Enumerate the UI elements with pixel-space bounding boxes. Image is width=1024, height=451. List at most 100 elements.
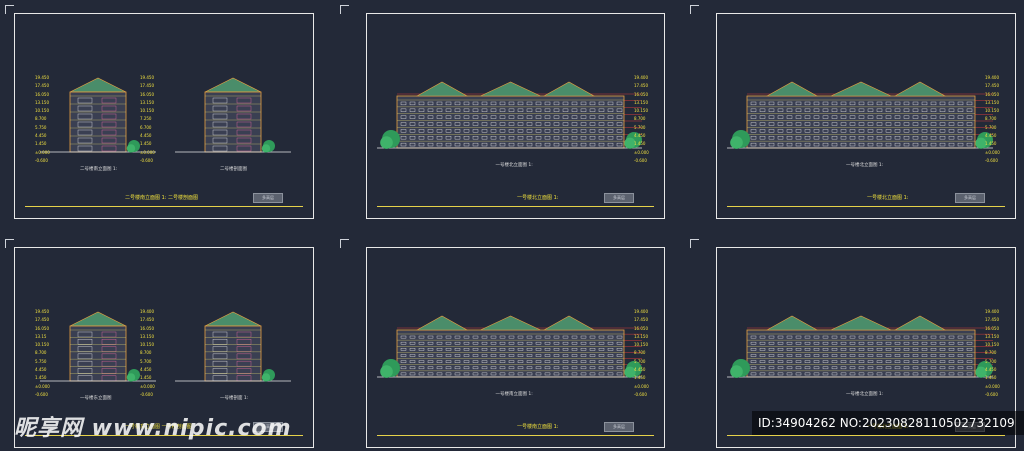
elevation-tick-label: 17.450 <box>140 317 154 323</box>
title-underline <box>727 435 1005 436</box>
elevation-tick-label: 8.700 <box>35 116 47 122</box>
crop-mark-icon <box>340 5 349 14</box>
elevation-tick-label: -0.600 <box>634 157 647 163</box>
elevation-drawing <box>377 315 642 378</box>
elevation-tick-label: 5.700 <box>985 358 997 364</box>
elevation-tick-label: 8.700 <box>985 116 997 122</box>
elevation-tick-label: 4.450 <box>140 133 152 139</box>
elevation-tick-label: 19.450 <box>140 75 154 80</box>
roof-gable <box>415 81 469 97</box>
elevation-tick-label: -0.600 <box>35 391 48 397</box>
elevation-tick-label: 10.150 <box>140 342 154 348</box>
elevation-ticks: 19.450 17.450 16.050 13.15 10.150 8.700 5.750 4… <box>35 308 50 399</box>
roof-gable <box>893 81 947 97</box>
elevation-ticks: 19.450 17.450 16.050 13.150 10.150 7.250 6.700… <box>140 74 155 165</box>
elevation-tick-label: 5.700 <box>140 358 152 364</box>
elevation-tick-label: -0.600 <box>985 157 998 163</box>
elevation-tick-label: 17.450 <box>634 317 648 323</box>
tree-icon <box>380 136 393 149</box>
drawing-sheet: 19.450 17.450 16.050 13.150 10.150 8.700 5.750… <box>14 13 314 219</box>
elevation-ticks: 19.400 17.450 16.050 13.150 10.150 8.700 5.700… <box>985 74 1000 165</box>
crop-mark-icon <box>5 5 14 14</box>
elevation-tick-label: ±0.000 <box>35 383 50 389</box>
elevation-tick-label: 4.450 <box>634 133 646 139</box>
elevation-tick-label: 16.050 <box>634 91 648 97</box>
title-underline <box>377 206 654 207</box>
elevation-tick-label: 17.450 <box>985 317 999 323</box>
elevation-tick-label: 10.150 <box>35 342 49 348</box>
elevation-tick-label: 1.450 <box>140 375 152 381</box>
elevation-tick-label: 5.750 <box>35 358 47 364</box>
elevation-tick-label: 5.700 <box>634 358 646 364</box>
elevation-tick-label: 17.450 <box>35 317 49 323</box>
elevation-tick-label: ±0.000 <box>140 383 155 389</box>
sheet-title: 一号楼北立面图 1: <box>867 195 909 201</box>
elevation-tick-label: 1.450 <box>35 375 47 381</box>
sheet-title: 一号楼北立面图 1: <box>517 195 559 201</box>
building-section <box>69 325 127 382</box>
building-section <box>204 325 262 382</box>
drawing-sheet: 19.400 17.450 16.050 13.150 10.150 8.700 5.700… <box>716 13 1016 219</box>
roof-gable <box>542 81 596 97</box>
roof-gable <box>480 81 541 97</box>
elevation-tick-label: -0.600 <box>140 391 153 397</box>
crop-mark-icon <box>340 239 349 248</box>
tree-icon <box>261 373 271 382</box>
elevation-tick-label: ±0.000 <box>985 149 1000 155</box>
elevation-tick-label: 8.700 <box>985 350 997 356</box>
elevation-tick-label: 16.050 <box>140 91 154 97</box>
elevation-tick-label: 1.450 <box>985 375 997 381</box>
elevation-tick-label: ±0.000 <box>985 383 1000 389</box>
drawing-caption: 二号楼南立面图 1: <box>80 167 118 172</box>
elevation-ticks: 19.400 17.450 16.050 13.150 10.150 8.700 5.700… <box>140 308 155 399</box>
elevation-drawing <box>377 81 642 149</box>
tree-icon <box>380 365 393 378</box>
elevation-tick-label: 1.450 <box>985 141 997 147</box>
elevation-ticks: 19.400 17.450 16.050 13.150 10.150 8.700 5.700… <box>985 308 1000 399</box>
drawing-caption: 一号楼北立面图 1: <box>846 163 884 168</box>
title-underline <box>377 435 654 436</box>
elevation-tick-label: 19.400 <box>634 309 648 314</box>
drawing-caption: 一号楼北立面图 1: <box>495 163 533 168</box>
elevation-tick-label: 8.700 <box>634 350 646 356</box>
tree-icon <box>730 365 743 378</box>
tree-icon <box>126 144 136 153</box>
elevation-tick-label: 1.450 <box>634 141 646 147</box>
drawing-caption: 一号楼剖面 1: <box>220 396 249 401</box>
elevation-tick-label: ±0.000 <box>35 149 50 155</box>
elevation-tick-label: 19.450 <box>35 75 49 80</box>
tree-icon <box>261 144 271 153</box>
elevation-tick-label: 5.700 <box>985 124 997 130</box>
elevation-tick-label: 10.150 <box>985 342 999 348</box>
roof-gable <box>893 315 947 331</box>
elevation-tick-label: 5.700 <box>634 124 646 130</box>
drawing-sheet: 19.400 17.450 16.050 13.150 10.150 8.700 5.700… <box>366 13 665 219</box>
elevation-tick-label: 10.150 <box>35 108 49 114</box>
title-stamp: 多高层 <box>604 193 634 203</box>
elevation-tick-label: 4.450 <box>35 133 47 139</box>
elevation-tick-label: 8.700 <box>35 350 47 356</box>
title-underline <box>25 206 303 207</box>
elevation-tick-label: 19.400 <box>634 75 648 80</box>
roof-gable <box>69 77 127 93</box>
elevation-tick-label: 1.450 <box>35 141 47 147</box>
elevation-tick-label: 13.150 <box>35 99 49 105</box>
elevation-tick-label: 4.450 <box>985 133 997 139</box>
elevation-tick-label: 10.150 <box>634 108 648 114</box>
elevation-tick-label: 16.050 <box>35 325 49 331</box>
drawing-caption: 一号楼北立面图 1: <box>846 392 884 397</box>
sheet-title: 一号楼南立面图 1: <box>517 424 559 430</box>
elevation-tick-label: 16.050 <box>985 91 999 97</box>
drawing-sheet: 19.400 17.450 16.050 13.150 10.150 8.700 5.700… <box>366 247 665 448</box>
building-facade <box>746 95 976 149</box>
crop-mark-icon <box>690 5 699 14</box>
roof-gable <box>204 77 262 93</box>
tree-icon <box>730 136 743 149</box>
roof-gable <box>542 315 596 331</box>
elevation-tick-label: 16.050 <box>35 91 49 97</box>
elevation-tick-label: -0.600 <box>35 157 48 163</box>
elevation-tick-label: 16.050 <box>140 325 154 331</box>
roof-gable <box>415 315 469 331</box>
elevation-tick-label: 13.150 <box>985 99 999 105</box>
elevation-tick-label: ±0.000 <box>634 383 649 389</box>
